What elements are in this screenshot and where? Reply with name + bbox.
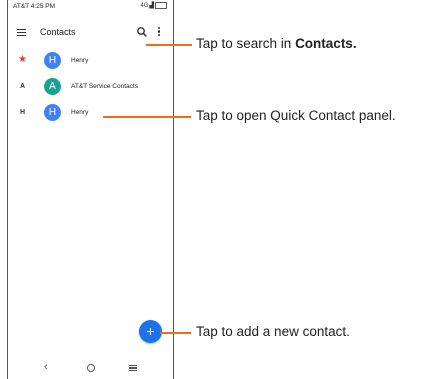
system-nav-bar: ‹ <box>8 360 173 379</box>
network-label: 4G <box>140 2 149 9</box>
contact-name: AT&T Service Contacts <box>71 83 138 90</box>
phone-screen: AT&T 4:25 PM 4G ▟ Contacts ★ H Henry A A… <box>7 0 174 379</box>
callout-line-quick-contact <box>103 116 191 118</box>
callout-line-search <box>146 44 192 46</box>
contact-row[interactable]: H H Henry <box>8 104 173 124</box>
callout-search: Tap to search in Contacts. <box>196 36 357 51</box>
callout-line-add <box>160 332 191 334</box>
callout-add-contact: Tap to add a new contact. <box>196 324 350 339</box>
section-index: A <box>20 83 26 90</box>
contact-row[interactable]: A A AT&T Service Contacts <box>8 78 173 98</box>
recent-apps-icon[interactable] <box>129 365 137 372</box>
contact-name: Henry <box>71 57 89 64</box>
avatar: H <box>44 104 61 121</box>
status-icons: 4G ▟ <box>140 2 167 9</box>
page-title: Contacts <box>40 27 76 37</box>
section-index: H <box>20 109 26 116</box>
contact-row-favorite[interactable]: ★ H Henry <box>8 52 173 72</box>
callout-quick-contact: Tap to open Quick Contact panel. <box>196 108 396 123</box>
contact-name: Henry <box>71 109 89 116</box>
search-icon[interactable] <box>136 26 148 38</box>
avatar: A <box>44 78 61 95</box>
favorite-star-icon: ★ <box>18 54 27 65</box>
status-carrier-time: AT&T 4:25 PM <box>13 3 56 10</box>
add-contact-button[interactable]: + <box>139 320 162 343</box>
callout-search-text: Tap to search in <box>196 36 296 51</box>
menu-icon[interactable] <box>17 29 26 37</box>
back-icon[interactable]: ‹ <box>44 361 48 373</box>
callout-search-bold: Contacts. <box>295 36 357 51</box>
battery-icon <box>155 2 167 9</box>
avatar: H <box>44 52 61 69</box>
signal-icon: ▟ <box>149 3 154 9</box>
app-bar: Contacts <box>8 20 173 46</box>
more-options-icon[interactable] <box>158 27 162 38</box>
home-icon[interactable] <box>87 364 95 372</box>
